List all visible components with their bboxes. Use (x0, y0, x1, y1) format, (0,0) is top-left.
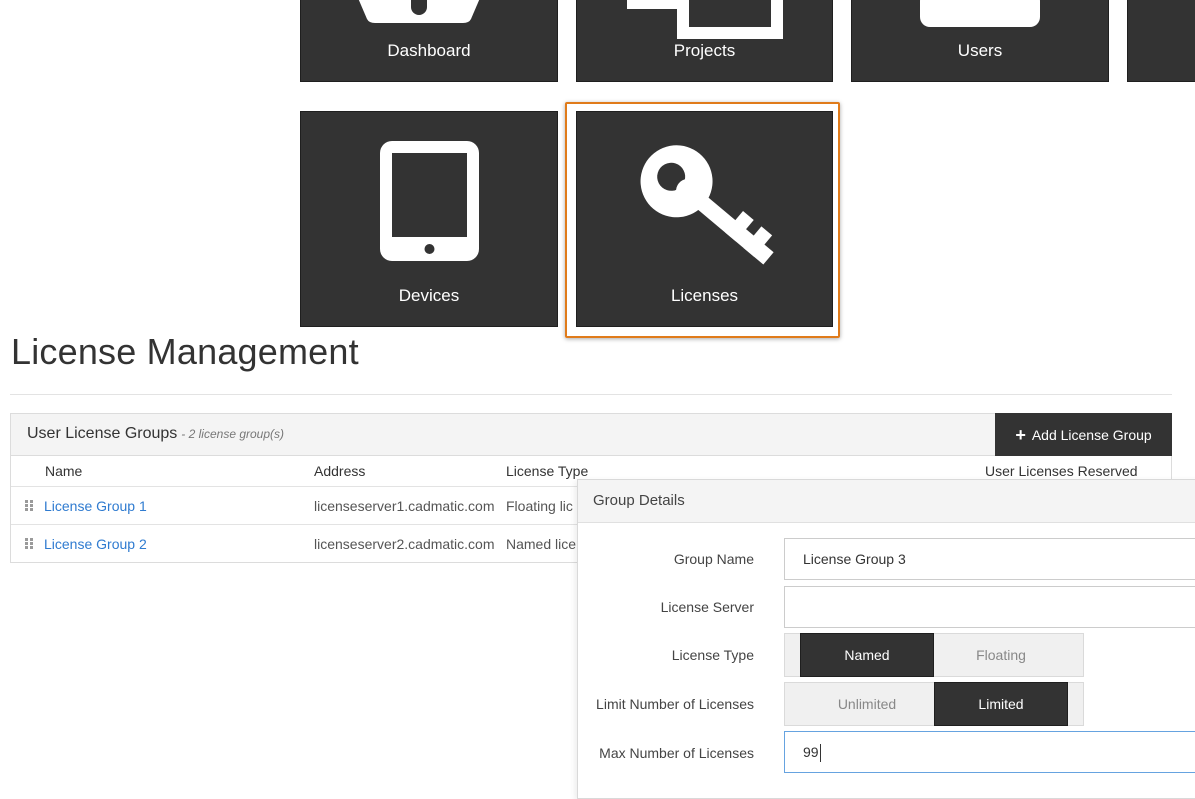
selected-tile-highlight (565, 102, 840, 338)
limit-licenses-label: Limit Number of Licenses (596, 696, 754, 712)
tile-label-devices: Devices (398, 286, 460, 305)
drag-handle-icon[interactable] (25, 538, 35, 550)
column-header-user-licenses-reserved[interactable]: User Licenses Reserved (985, 463, 1138, 479)
projects-icon (627, 0, 783, 39)
tile-users[interactable]: Users (851, 0, 1109, 82)
column-header-address[interactable]: Address (314, 463, 365, 479)
drag-handle-icon[interactable] (25, 500, 35, 512)
dialog-title: Group Details (593, 492, 685, 509)
max-licenses-label: Max Number of Licenses (599, 745, 754, 761)
add-license-group-label: Add License Group (1031, 426, 1152, 443)
license-type-toggle: Named Floating (784, 633, 1084, 677)
panel-header: User License Groups - 2 license group(s) … (11, 413, 1172, 456)
page-title: License Management (11, 331, 359, 372)
group-license-type: Floating lic (506, 498, 573, 514)
limit-unlimited-option[interactable]: Unlimited (800, 682, 934, 726)
panel-title-text: User License Groups (27, 425, 178, 442)
limit-licenses-toggle: Unlimited Limited (784, 682, 1084, 726)
license-type-label: License Type (671, 647, 754, 663)
column-header-name[interactable]: Name (45, 463, 82, 479)
group-address: licenseserver1.cadmatic.com (314, 498, 495, 514)
tile-label-projects: Projects (673, 41, 736, 60)
tile-label-dashboard: Dashboard (387, 41, 471, 60)
license-type-named-option[interactable]: Named (800, 633, 934, 677)
text-cursor (819, 744, 821, 763)
tablet-icon (380, 141, 479, 261)
dialog-header: Group Details (578, 480, 1195, 523)
license-server-input[interactable] (784, 586, 1195, 628)
group-license-type: Named lice (506, 536, 577, 552)
limit-limited-option[interactable]: Limited (934, 682, 1068, 726)
license-server-label: License Server (660, 599, 754, 615)
title-divider (10, 394, 1172, 395)
tile-projects[interactable]: Projects (576, 0, 833, 82)
group-name-input[interactable]: License Group 3 (784, 538, 1195, 580)
column-header-license-type[interactable]: License Type (506, 463, 588, 479)
add-license-group-button[interactable]: + Add License Group (995, 413, 1172, 456)
group-count: - 2 license group(s) (181, 427, 285, 441)
group-name-link[interactable]: License Group 1 (44, 498, 147, 514)
tile-label-users: Users (957, 41, 1003, 60)
max-licenses-value: 99 (803, 744, 819, 760)
plus-icon: + (1015, 424, 1026, 445)
group-name-label: Group Name (673, 551, 754, 567)
group-name-link[interactable]: License Group 2 (44, 536, 147, 552)
license-type-floating-option[interactable]: Floating (934, 633, 1068, 677)
group-details-dialog: Group Details Group Name License Group 3… (577, 479, 1195, 799)
tile-more[interactable] (1127, 0, 1195, 82)
max-licenses-input[interactable]: 99 (784, 731, 1195, 773)
tile-devices[interactable]: Devices (300, 111, 558, 327)
dashboard-icon (358, 0, 480, 23)
tile-dashboard[interactable]: Dashboard (300, 0, 558, 82)
panel-title: User License Groups - 2 license group(s) (27, 425, 284, 443)
users-icon (920, 0, 1040, 27)
group-address: licenseserver2.cadmatic.com (314, 536, 495, 552)
